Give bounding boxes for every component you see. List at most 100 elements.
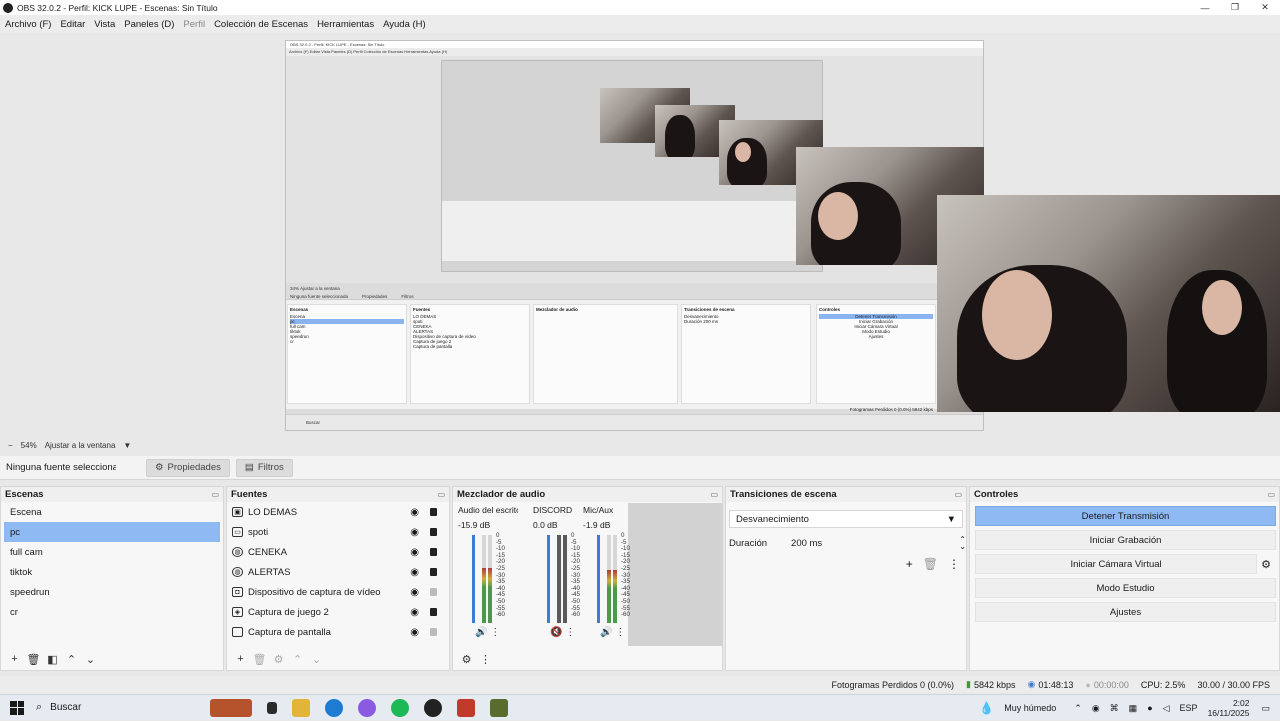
scene-item[interactable]: tiktok bbox=[4, 562, 220, 582]
add-scene-icon[interactable]: + bbox=[5, 653, 24, 665]
menu-herramientas[interactable]: Herramientas bbox=[317, 19, 374, 30]
maximize-button[interactable]: ❐ bbox=[1220, 0, 1250, 15]
undock-icon[interactable]: ▭ bbox=[954, 490, 962, 499]
undock-icon[interactable]: ▭ bbox=[710, 490, 718, 499]
source-item[interactable]: ◘ Dispositivo de captura de vídeo ◉ bbox=[227, 582, 449, 602]
menu-archivo[interactable]: Archivo (F) bbox=[5, 19, 51, 30]
volume-slider[interactable] bbox=[472, 535, 475, 623]
source-settings-icon[interactable]: ⚙ bbox=[269, 653, 288, 666]
eye-icon[interactable]: ◉ bbox=[410, 607, 419, 618]
preview-canvas[interactable]: OBS 32.0.2 - Perfil: KICK LUPE - Escenas… bbox=[0, 33, 1280, 438]
filters-button[interactable]: ▤ Filtros bbox=[235, 458, 293, 477]
source-item[interactable]: ▣ LO DEMAS ◉ bbox=[227, 502, 449, 522]
chevron-down-icon[interactable]: ▼ bbox=[123, 441, 131, 450]
transition-menu-icon[interactable]: ⋮ bbox=[948, 557, 960, 571]
chevron-up-icon[interactable]: ⌃ bbox=[1074, 703, 1082, 714]
mixer-menu-icon[interactable]: ⋮ bbox=[476, 653, 495, 666]
tray-app-icon[interactable]: ◉ bbox=[1092, 703, 1100, 714]
minimize-button[interactable]: — bbox=[1190, 0, 1220, 15]
lock-icon[interactable] bbox=[430, 608, 437, 616]
lock-icon[interactable] bbox=[430, 528, 437, 536]
remove-scene-icon[interactable]: 🗑 bbox=[24, 653, 43, 666]
weather-icon[interactable]: 💧 bbox=[979, 701, 994, 715]
language-label[interactable]: ESP bbox=[1180, 703, 1198, 713]
mic-icon[interactable]: ● bbox=[1147, 703, 1152, 713]
file-explorer-icon[interactable] bbox=[292, 698, 310, 717]
source-item[interactable]: Captura de pantalla ◉ bbox=[227, 622, 449, 642]
menu-coleccion-escenas[interactable]: Colección de Escenas bbox=[214, 19, 308, 30]
eye-icon[interactable]: ◉ bbox=[410, 507, 419, 518]
app-icon[interactable] bbox=[457, 698, 475, 717]
volume-slider[interactable] bbox=[597, 535, 600, 623]
source-item[interactable]: ◍ CENEKA ◉ bbox=[227, 542, 449, 562]
add-transition-icon[interactable]: + bbox=[906, 557, 913, 571]
menu-perfil[interactable]: Perfil bbox=[183, 19, 205, 30]
undock-icon[interactable]: ▭ bbox=[211, 490, 219, 499]
channel-menu-icon[interactable]: ⋮ bbox=[487, 627, 500, 638]
speaker-icon[interactable]: 🔊 bbox=[475, 627, 487, 638]
bluetooth-icon[interactable]: ⌘ bbox=[1110, 703, 1119, 714]
eye-icon[interactable]: ◉ bbox=[410, 587, 419, 598]
move-down-icon[interactable]: ⌄ bbox=[307, 653, 326, 666]
duration-spinbox[interactable]: 200 ms bbox=[787, 534, 955, 552]
network-icon[interactable]: ▦ bbox=[1129, 703, 1138, 714]
zoom-value[interactable]: 54% bbox=[21, 441, 37, 450]
spotify-icon[interactable] bbox=[391, 698, 409, 717]
add-source-icon[interactable]: + bbox=[231, 653, 250, 665]
virtual-camera-button[interactable]: Iniciar Cámara Virtual bbox=[975, 554, 1258, 574]
notifications-icon[interactable]: ▭ bbox=[1261, 703, 1270, 714]
gear-icon[interactable]: ⚙ bbox=[1261, 558, 1271, 571]
properties-button[interactable]: ⚙ Propiedades bbox=[146, 458, 230, 477]
windows-start-icon[interactable] bbox=[10, 700, 24, 715]
eye-icon[interactable]: ◉ bbox=[410, 527, 419, 538]
edge-icon[interactable] bbox=[325, 698, 343, 717]
channel-menu-icon[interactable]: ⋮ bbox=[562, 627, 575, 638]
move-up-icon[interactable]: ⌃ bbox=[288, 653, 307, 666]
channel-menu-icon[interactable]: ⋮ bbox=[612, 627, 625, 638]
speaker-icon[interactable]: 🔊 bbox=[600, 627, 612, 638]
remove-transition-icon[interactable]: 🗑 bbox=[923, 557, 938, 571]
start-recording-button[interactable]: Iniciar Grabación bbox=[975, 530, 1276, 550]
transition-select[interactable]: Desvanecimiento ▼ bbox=[729, 510, 963, 528]
messenger-icon[interactable] bbox=[358, 698, 376, 717]
studio-mode-button[interactable]: Modo Estudio bbox=[975, 578, 1276, 598]
unlock-icon[interactable] bbox=[430, 628, 437, 636]
menu-vista[interactable]: Vista bbox=[94, 19, 115, 30]
spin-arrows-icon[interactable]: ⌃ ⌄ bbox=[959, 536, 966, 551]
scene-item[interactable]: Escena bbox=[4, 502, 220, 522]
lock-icon[interactable] bbox=[430, 548, 437, 556]
undock-icon[interactable]: ▭ bbox=[1267, 490, 1275, 499]
clock[interactable]: 2:02 16/11/2025 bbox=[1208, 698, 1250, 718]
lock-icon[interactable] bbox=[430, 568, 437, 576]
zoom-minus-icon[interactable]: − bbox=[8, 441, 13, 450]
menu-ayuda[interactable]: Ayuda (H) bbox=[383, 19, 426, 30]
close-button[interactable]: ✕ bbox=[1250, 0, 1280, 15]
task-view-icon[interactable] bbox=[267, 701, 277, 714]
unlock-icon[interactable] bbox=[430, 588, 437, 596]
menu-editar[interactable]: Editar bbox=[60, 19, 85, 30]
scene-item[interactable]: speedrun bbox=[4, 582, 220, 602]
lock-icon[interactable] bbox=[430, 508, 437, 516]
taskbar-search[interactable]: ⌕ Buscar bbox=[36, 701, 166, 714]
scene-item[interactable]: cr bbox=[4, 602, 220, 622]
scene-item[interactable]: pc bbox=[4, 522, 220, 542]
widget-icon[interactable] bbox=[210, 698, 252, 717]
volume-icon[interactable]: ◁ bbox=[1163, 703, 1170, 714]
eye-icon[interactable]: ◉ bbox=[410, 567, 419, 578]
source-item[interactable]: ◈ Captura de juego 2 ◉ bbox=[227, 602, 449, 622]
eye-icon[interactable]: ◉ bbox=[410, 547, 419, 558]
stop-stream-button[interactable]: Detener Transmisión bbox=[975, 506, 1276, 526]
settings-button[interactable]: Ajustes bbox=[975, 602, 1276, 622]
menu-paneles[interactable]: Paneles (D) bbox=[124, 19, 174, 30]
scene-item[interactable]: full cam bbox=[4, 542, 220, 562]
eye-icon[interactable]: ◉ bbox=[410, 627, 419, 638]
obs-icon[interactable] bbox=[424, 698, 442, 717]
weather-label[interactable]: Muy húmedo bbox=[1004, 703, 1056, 713]
move-up-icon[interactable]: ⌃ bbox=[62, 653, 81, 666]
app-icon[interactable] bbox=[490, 698, 508, 717]
source-item[interactable]: ▭ spoti ◉ bbox=[227, 522, 449, 542]
remove-source-icon[interactable]: 🗑 bbox=[250, 653, 269, 666]
muted-speaker-icon[interactable]: 🔇 bbox=[550, 627, 562, 638]
move-down-icon[interactable]: ⌄ bbox=[81, 653, 100, 666]
volume-slider[interactable] bbox=[547, 535, 550, 623]
